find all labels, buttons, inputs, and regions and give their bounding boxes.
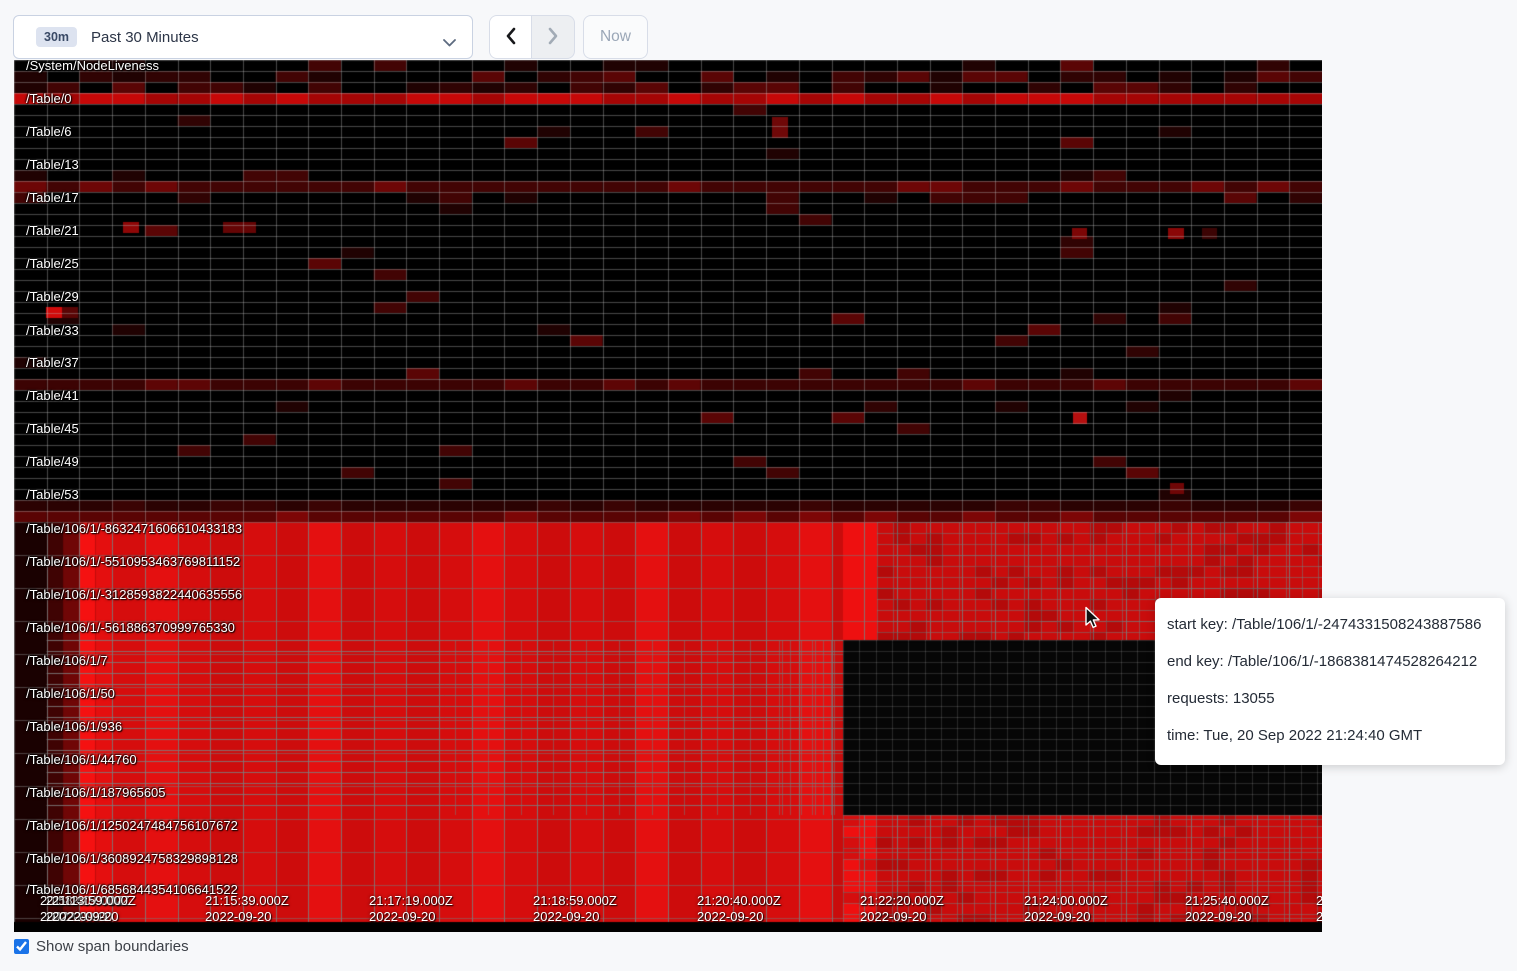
key-visualizer-heatmap: /System/NodeLiveness/Table/0/Table/6/Tab… <box>14 60 1322 932</box>
chevron-left-icon <box>503 27 519 48</box>
tooltip-start-key: start key: /Table/106/1/-247433150824388… <box>1167 614 1493 636</box>
key-visualizer-page: 30m Past 30 Minutes Now /System/NodeLive… <box>0 0 1517 971</box>
tooltip-end-key: end key: /Table/106/1/-18683814745282642… <box>1167 651 1493 673</box>
now-button[interactable]: Now <box>583 15 648 59</box>
time-range-label: Past 30 Minutes <box>91 29 199 46</box>
time-range-select[interactable]: 30m Past 30 Minutes <box>13 15 473 59</box>
show-span-boundaries[interactable]: Show span boundaries <box>14 938 189 955</box>
tooltip-requests: requests: 13055 <box>1167 688 1493 710</box>
chevron-down-icon <box>443 34 456 52</box>
show-span-boundaries-checkbox[interactable] <box>14 939 29 954</box>
time-nav-group <box>489 15 575 59</box>
heatmap-canvas[interactable] <box>14 60 1322 932</box>
time-range-badge: 30m <box>36 27 77 48</box>
chevron-right-icon <box>545 27 561 48</box>
show-span-boundaries-label: Show span boundaries <box>36 938 189 955</box>
tooltip-time: time: Tue, 20 Sep 2022 21:24:40 GMT <box>1167 725 1493 747</box>
time-forward-button[interactable] <box>532 16 574 58</box>
hover-tooltip: start key: /Table/106/1/-247433150824388… <box>1155 598 1505 765</box>
time-back-button[interactable] <box>490 16 532 58</box>
